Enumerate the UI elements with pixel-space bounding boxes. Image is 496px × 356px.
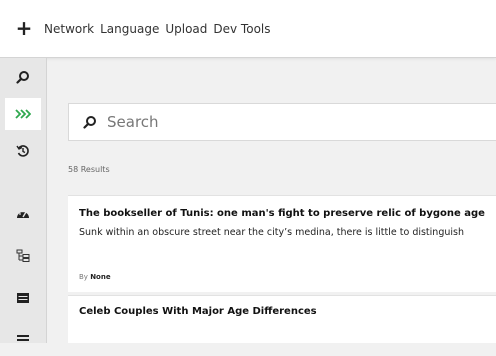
menu-language[interactable]: Language <box>100 22 159 36</box>
result-title[interactable]: The bookseller of Tunis: one man's fight… <box>79 208 485 219</box>
dashboard-icon <box>17 210 29 218</box>
top-bar: + Network Language Upload Dev Tools <box>0 0 496 58</box>
chevrons-icon <box>15 109 31 119</box>
result-byline: By None <box>79 273 111 281</box>
sidebar-item-menu[interactable] <box>5 324 41 356</box>
menu-network[interactable]: Network <box>44 22 94 36</box>
result-card[interactable]: The bookseller of Tunis: one man's fight… <box>68 195 496 292</box>
menu-icon <box>17 335 29 341</box>
top-menu: Network Language Upload Dev Tools <box>44 22 271 36</box>
byline-prefix: By <box>79 273 88 281</box>
history-icon <box>16 145 29 157</box>
search-icon <box>16 71 29 84</box>
sidebar-item-history[interactable] <box>5 135 41 167</box>
sidebar-item-list[interactable] <box>5 282 41 314</box>
list-icon <box>17 293 29 303</box>
results-count: 58 Results <box>68 165 110 174</box>
add-button[interactable]: + <box>4 18 44 38</box>
result-author: None <box>90 273 111 281</box>
search-bar <box>68 103 496 141</box>
sidebar-item-tree[interactable] <box>5 240 41 272</box>
result-title[interactable]: Celeb Couples With Major Age Differences <box>79 306 317 317</box>
search-input[interactable] <box>107 113 487 131</box>
search-icon <box>83 115 97 129</box>
sidebar-item-dashboard[interactable] <box>5 198 41 230</box>
result-description: Sunk within an obscure street near the c… <box>79 227 464 238</box>
main-content: 58 Results The bookseller of Tunis: one … <box>47 58 496 343</box>
sidebar-item-chevrons[interactable] <box>5 98 41 130</box>
sidebar <box>0 58 47 343</box>
result-card[interactable]: Celeb Couples With Major Age Differences <box>68 295 496 343</box>
menu-upload[interactable]: Upload <box>165 22 207 36</box>
menu-dev-tools[interactable]: Dev Tools <box>213 22 270 36</box>
sidebar-item-search[interactable] <box>5 61 41 93</box>
tree-icon <box>16 249 30 262</box>
